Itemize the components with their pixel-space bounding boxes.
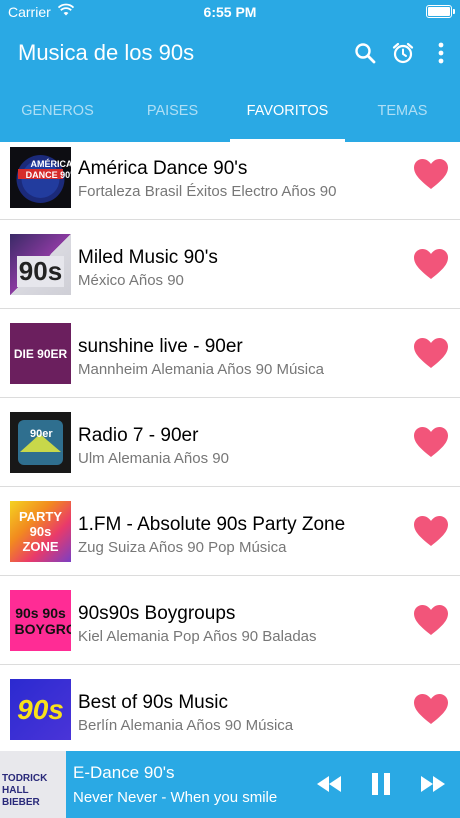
clock: 6:55 PM	[203, 4, 257, 20]
station-row[interactable]: 90er Radio 7 - 90er Ulm Alemania Años 90	[0, 398, 460, 487]
alarm-button[interactable]	[388, 38, 418, 68]
station-logo: 90s	[10, 234, 71, 295]
alarm-clock-icon	[392, 42, 414, 64]
station-details: Ulm Alemania Años 90	[78, 450, 229, 467]
favorite-heart-icon[interactable]	[413, 693, 449, 725]
favorite-heart-icon[interactable]	[413, 248, 449, 280]
station-name: América Dance 90's	[78, 158, 248, 179]
favorite-heart-icon[interactable]	[413, 426, 449, 458]
now-playing-track: Never Never - When you smile	[73, 789, 278, 806]
search-icon	[355, 43, 376, 64]
station-logo: 90s	[10, 679, 71, 740]
station-logo-text: 90er	[30, 428, 53, 440]
station-logo-text: 90s	[16, 256, 65, 287]
station-row[interactable]: 90s 90s BOYGROUPS 90s90s Boygroups Kiel …	[0, 576, 460, 665]
station-row[interactable]: AMÉRICA DANCE 90's América Dance 90's Fo…	[0, 142, 460, 220]
station-details: Berlín Alemania Años 90 Música	[78, 717, 294, 734]
station-row[interactable]: 90s Miled Music 90's México Años 90	[0, 220, 460, 309]
now-playing-artwork-text: TODRICK HALL BIEBER	[2, 773, 48, 808]
station-row[interactable]: 90s Best of 90s Music Berlín Alemania Añ…	[0, 665, 460, 754]
station-logo-text: AMÉRICA DANCE 90's	[25, 159, 71, 180]
tab-temas[interactable]: TEMAS	[345, 88, 460, 142]
rewind-icon	[317, 776, 341, 792]
tab-favoritos[interactable]: FAVORITOS	[230, 88, 345, 142]
station-logo-text: 90s 90s BOYGROUPS	[14, 604, 72, 637]
favorite-heart-icon[interactable]	[413, 158, 449, 190]
now-playing-artwork: TODRICK HALL BIEBER	[0, 751, 66, 818]
station-name: Radio 7 - 90er	[78, 425, 199, 446]
fast-forward-button[interactable]	[418, 769, 448, 799]
now-playing-bar[interactable]: TODRICK HALL BIEBER E-Dance 90's Never N…	[0, 751, 460, 818]
tab-paises[interactable]: PAISES	[115, 88, 230, 142]
station-details: Kiel Alemania Pop Años 90 Baladas	[78, 628, 317, 645]
station-details: Zug Suiza Años 90 Pop Música	[78, 539, 287, 556]
station-details: Fortaleza Brasil Éxitos Electro Años 90	[78, 183, 337, 200]
station-row[interactable]: PARTY 90s ZONE 1.FM - Absolute 90s Party…	[0, 487, 460, 576]
app-title: Musica de los 90s	[18, 40, 195, 65]
station-logo-text: PARTY 90s ZONE	[18, 509, 63, 554]
station-logo-text: 90s	[17, 693, 64, 725]
favorite-heart-icon[interactable]	[413, 515, 449, 547]
more-button[interactable]	[426, 38, 456, 68]
station-name: 90s90s Boygroups	[78, 603, 236, 624]
app-bar: Carrier 6:55 PM Musica de los 90s GENERO…	[0, 0, 460, 142]
status-bar: Carrier 6:55 PM	[0, 0, 460, 24]
search-button[interactable]	[350, 38, 380, 68]
station-name: 1.FM - Absolute 90s Party Zone	[78, 514, 346, 535]
battery-icon	[426, 5, 455, 18]
station-logo-art	[10, 412, 71, 473]
tab-bar: GENEROS PAISES FAVORITOS TEMAS	[0, 88, 460, 142]
station-details: México Años 90	[78, 272, 184, 289]
pause-button[interactable]	[368, 769, 394, 799]
station-logo: DIE 90ER	[10, 323, 71, 384]
favorite-heart-icon[interactable]	[413, 604, 449, 636]
station-logo-text: DIE 90ER	[13, 346, 68, 361]
station-name: Miled Music 90's	[78, 247, 218, 268]
more-vert-icon	[438, 42, 444, 64]
station-row[interactable]: DIE 90ER sunshine live - 90er Mannheim A…	[0, 309, 460, 398]
station-logo: AMÉRICA DANCE 90's	[10, 147, 71, 208]
favorites-list: AMÉRICA DANCE 90's América Dance 90's Fo…	[0, 142, 460, 754]
pause-icon	[372, 773, 390, 795]
station-details: Mannheim Alemania Años 90 Música	[78, 361, 324, 378]
station-logo: 90er	[10, 412, 71, 473]
station-logo: 90s 90s BOYGROUPS	[10, 590, 71, 651]
favorite-heart-icon[interactable]	[413, 337, 449, 369]
rewind-button[interactable]	[314, 769, 344, 799]
station-name: Best of 90s Music	[78, 692, 228, 713]
fast-forward-icon	[421, 776, 445, 792]
station-name: sunshine live - 90er	[78, 336, 243, 357]
now-playing-station: E-Dance 90's	[73, 763, 175, 782]
tab-generos[interactable]: GENEROS	[0, 88, 115, 142]
station-logo: PARTY 90s ZONE	[10, 501, 71, 562]
